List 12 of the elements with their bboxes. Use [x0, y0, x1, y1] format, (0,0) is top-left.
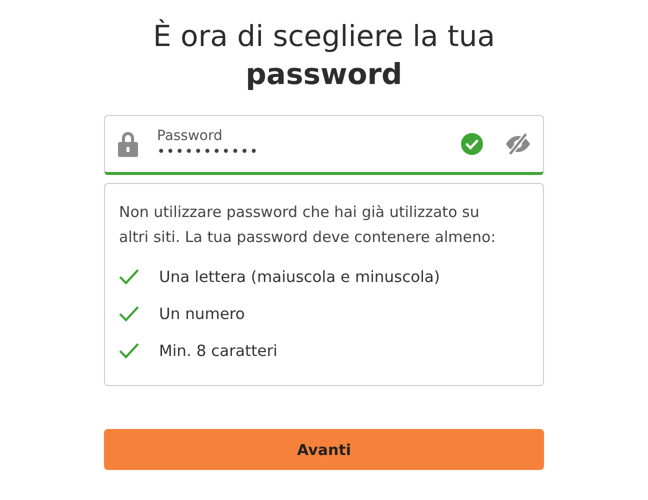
valid-check-icon — [461, 133, 483, 156]
hidden-eye-icon[interactable] — [505, 132, 531, 156]
password-field[interactable]: Password ••••••••••• — [104, 115, 544, 176]
requirements-text: Non utilizzare password che hai già utilizzato su altri siti. La tua password deve contenere almeno: — [119, 202, 497, 248]
password-value: ••••••••••• — [157, 144, 260, 160]
requirement-text: Una lettera (maiuscola e minuscola) — [159, 268, 440, 286]
page-heading: È ora di scegliere la tua password — [152, 18, 496, 93]
lock-icon — [117, 131, 139, 158]
requirement-text: Min. 8 caratteri — [159, 342, 278, 360]
field-label: Password — [157, 128, 224, 144]
next-button[interactable]: Avanti — [104, 429, 544, 470]
requirement-text: Un numero — [159, 304, 245, 323]
